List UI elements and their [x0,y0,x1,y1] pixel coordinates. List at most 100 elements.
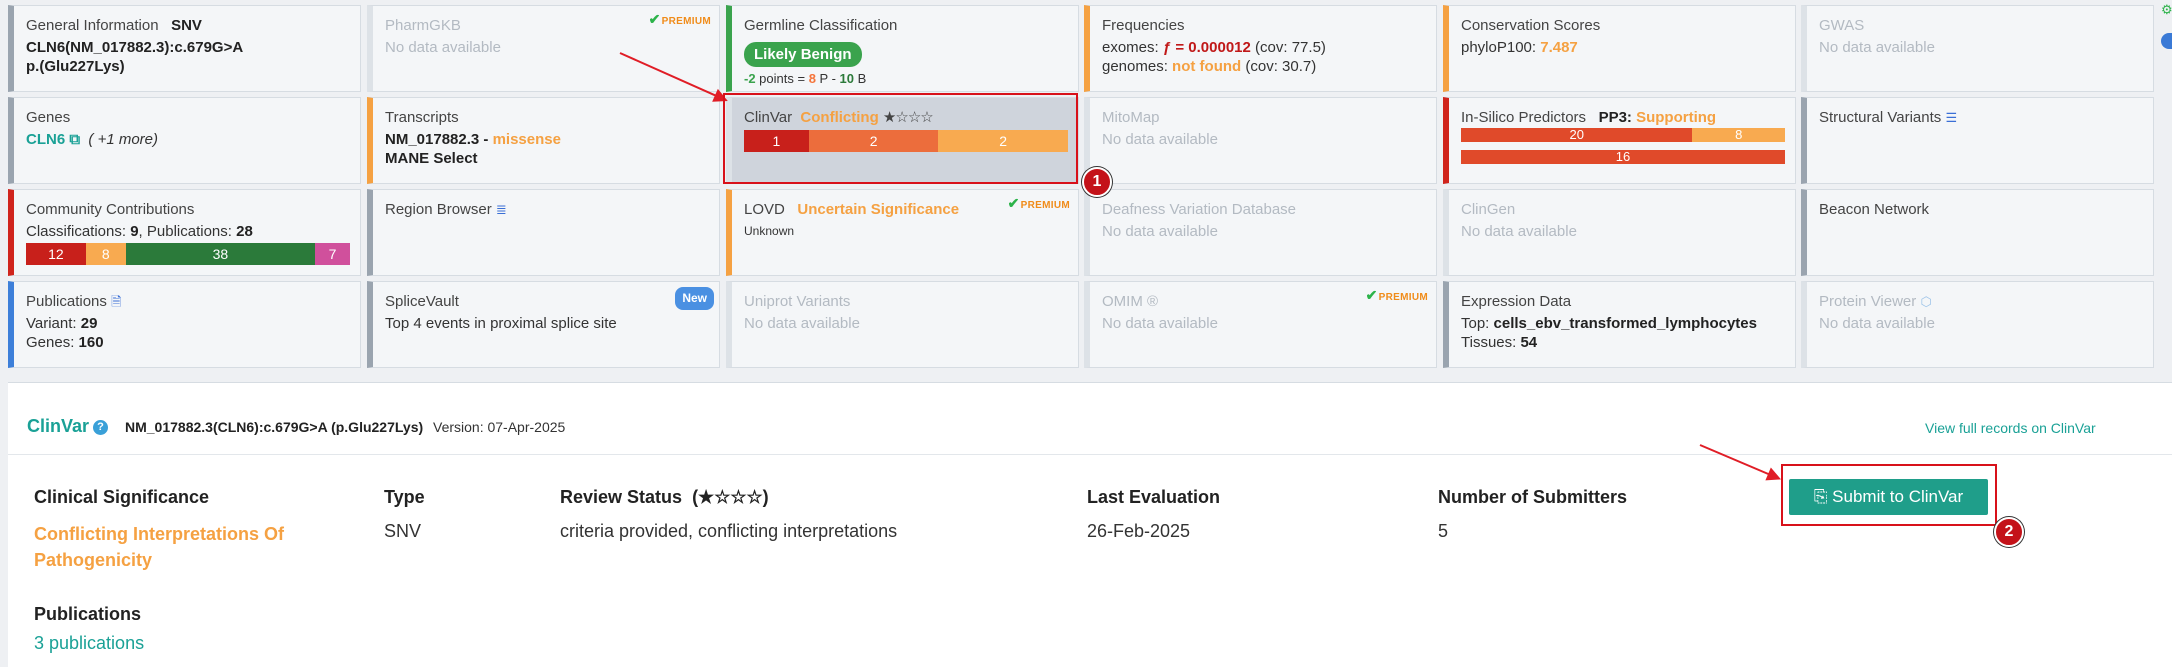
publications-heading: Publications [34,604,142,624]
premium-badge: ✔PREMIUM [1365,287,1428,303]
new-badge: New [675,287,714,310]
transcript-effect: missense [492,131,561,148]
file-export-icon: ⎘ [1813,487,1828,506]
annotation-badge-1: 1 [1082,167,1112,197]
gwas-card[interactable]: GWAS No data available [1801,5,2154,92]
col-last-evaluation: Last Evaluation [1087,487,1221,507]
uniprot-card[interactable]: Uniprot Variants No data available [726,281,1079,368]
phylop-score: phyloP100: 7.487 [1461,39,1578,56]
lovd-status: Uncertain Significance [797,201,960,218]
community-counts: Classifications: 9, Publications: 28 [26,223,253,240]
no-data-text: No data available [1819,39,1935,56]
region-title: Region Browser [385,201,492,218]
insilico-bar-2: 16 [1461,150,1785,164]
annotation-badge-2: 2 [1994,517,2024,547]
omim-card[interactable]: ✔PREMIUM OMIM ® No data available [1084,281,1437,368]
number-submitters-value: 5 [1438,521,1449,541]
region-browser-card[interactable]: Region Browser ≣ [367,189,720,276]
submit-to-clinvar-button[interactable]: ⎘ Submit to ClinVar [1789,479,1988,515]
bar-segment: 20 [1461,128,1693,142]
germline-card[interactable]: Germline Classification Likely Benign -2… [726,5,1079,92]
mitomap-card[interactable]: MitoMap No data available [1084,97,1437,184]
panel-title: ClinVar? [27,416,109,437]
type-value: SNV [384,521,422,541]
bar-segment: 8 [85,243,126,265]
panel-version: Version: 07-Apr-2025 [433,419,566,435]
external-link-icon[interactable]: ⧉ [69,131,80,148]
bar-segment: 12 [26,243,86,265]
structural-title: Structural Variants [1819,109,1942,126]
bar-segment: 16 [1461,150,1785,164]
expression-top: Top: cells_ebv_transformed_lymphocytes [1461,315,1757,332]
clingen-card[interactable]: ClinGen No data available [1443,189,1796,276]
beacon-title: Beacon Network [1819,201,1930,218]
no-data-text: No data available [1102,131,1218,148]
beacon-card[interactable]: Beacon Network [1801,189,2154,276]
clinvar-detail-panel: ClinVar? NM_017882.3(CLN6):c.679G>A (p.G… [8,382,2172,667]
no-data-text: No data available [1461,223,1577,240]
gene-link[interactable]: CLN6 [26,131,65,148]
mitomap-title: MitoMap [1102,109,1160,126]
col-number-submitters: Number of Submitters [1438,487,1628,507]
publications-card[interactable]: Publications 🗎 Variant: 29 Genes: 160 [8,281,361,368]
deafness-card[interactable]: Deafness Variation Database No data avai… [1084,189,1437,276]
premium-badge: ✔PREMIUM [1007,195,1070,211]
no-data-text: No data available [1819,315,1935,332]
community-card[interactable]: Community Contributions Classifications:… [8,189,361,276]
bar-segment: 38 [125,243,316,265]
transcripts-title: Transcripts [385,109,459,126]
expression-tissues: Tissues: 54 [1461,334,1538,351]
variant-protein: p.(Glu227Lys) [26,58,125,75]
question-icon[interactable]: ? [93,419,109,435]
help-icon[interactable] [2161,33,2172,49]
community-bar: 12 8 38 7 [26,243,350,265]
col-type: Type [384,487,425,507]
general-info-title: General Information [26,17,159,34]
expression-title: Expression Data [1461,293,1572,310]
publications-link[interactable]: 3 publications [34,633,144,654]
protein-title: Protein Viewer [1819,293,1917,310]
pp3-label: PP3: [1598,109,1637,126]
clingen-title: ClinGen [1461,201,1516,218]
panel-variant: NM_017882.3(CLN6):c.679G>A (p.Glu227Lys) [125,419,424,435]
lovd-card[interactable]: ✔PREMIUM LOVD Uncertain Significance Unk… [726,189,1079,276]
last-evaluation-value: 26-Feb-2025 [1087,521,1191,541]
transcript-id: NM_017882.3 - [385,131,493,148]
bar-segment: 8 [1692,128,1785,142]
bar-segment: 7 [315,243,350,265]
gwas-title: GWAS [1819,17,1865,34]
lovd-title: LOVD [744,201,785,218]
col-review-status: Review Status (★☆☆☆) [560,487,769,507]
no-data-text: No data available [1102,315,1218,332]
clinical-significance-value: Conflicting Interpretations Of Pathogenic… [34,524,284,570]
frequencies-card[interactable]: Frequencies exomes: ƒ = 0.000012 (cov: 7… [1084,5,1437,92]
view-full-records-link[interactable]: View full records on ClinVar [1925,420,2096,436]
expression-card[interactable]: Expression Data Top: cells_ebv_transform… [1443,281,1796,368]
insilico-bar-1: 20 8 [1461,128,1785,142]
mane-select: MANE Select [385,150,478,167]
check-icon: ✔ [1365,287,1378,303]
genes-card[interactable]: Genes CLN6 ⧉ ( +1 more) [8,97,361,184]
uniprot-title: Uniprot Variants [744,293,851,310]
structural-variants-card[interactable]: Structural Variants ☰ [1801,97,2154,184]
germline-verdict-badge: Likely Benign [744,42,862,67]
splicevault-card[interactable]: New SpliceVault Top 4 events in proximal… [367,281,720,368]
protein-viewer-card[interactable]: Protein Viewer ⬡ No data available [1801,281,2154,368]
publications-variant: Variant: 29 [26,315,98,332]
variant-type: SNV [171,17,202,34]
germline-title: Germline Classification [744,17,898,34]
variant-hgvs: CLN6(NM_017882.3):c.679G>A [26,39,244,56]
conservation-card[interactable]: Conservation Scores phyloP100: 7.487 [1443,5,1796,92]
community-title: Community Contributions [26,201,195,218]
premium-badge: ✔PREMIUM [648,11,711,27]
general-info-card[interactable]: General Information SNV CLN6(NM_017882.3… [8,5,361,92]
pharmgkb-card[interactable]: ✔PREMIUM PharmGKB No data available [367,5,720,92]
genes-title: Genes [26,109,71,126]
transcripts-card[interactable]: Transcripts NM_017882.3 - missense MANE … [367,97,720,184]
more-genes[interactable]: ( +1 more) [88,131,158,148]
lovd-sub: Unknown [744,224,795,238]
check-icon: ✔ [1007,195,1020,211]
align-icon: ≣ [495,202,507,217]
insilico-card[interactable]: In-Silico Predictors PP3: Supporting 20 8… [1443,97,1796,184]
gear-icon[interactable]: ⚙ [2161,2,2172,17]
